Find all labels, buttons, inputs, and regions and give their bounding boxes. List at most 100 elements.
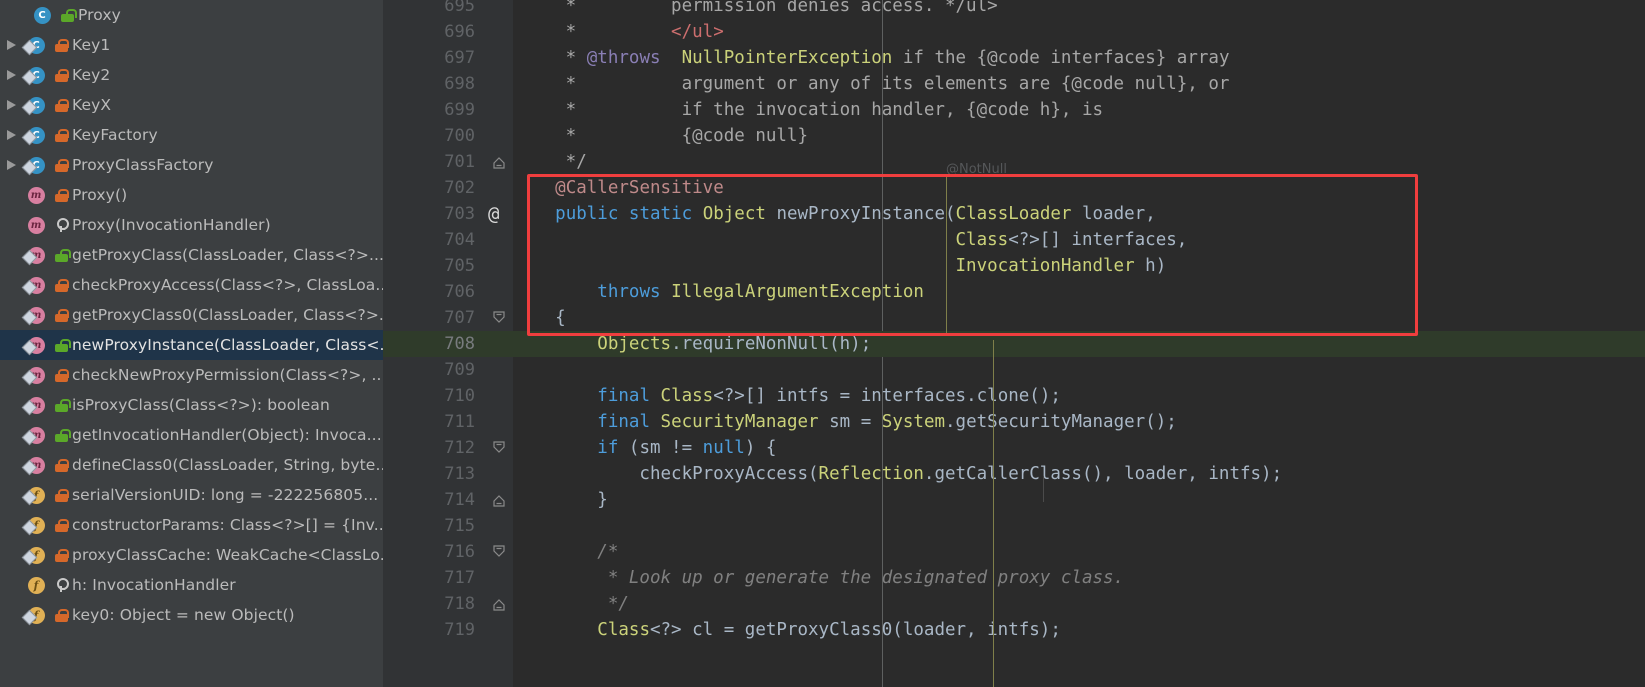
structure-item-13[interactable]: m isProxyClass(Class<?>): boolean — [0, 390, 383, 420]
structure-item-1[interactable]: C Key1 — [0, 30, 383, 60]
expand-arrow-icon[interactable] — [0, 129, 22, 141]
item-visibility-icon — [50, 98, 72, 112]
line-content[interactable]: InvocationHandler h) — [513, 253, 1167, 279]
structure-item-11[interactable]: m newProxyInstance(ClassLoader, Class<... — [0, 330, 383, 360]
code-line-695[interactable]: 695 * permission denies access. */ul> — [383, 0, 1645, 19]
expand-arrow-icon[interactable] — [0, 99, 22, 111]
ide-window: C Proxy C Key1 C Key2 C KeyX C KeyFactory C ProxyCl… — [0, 0, 1645, 687]
code-line-703[interactable]: 703 public static Object newProxyInstanc… — [383, 201, 1645, 227]
public-unlocked-icon — [60, 8, 77, 22]
code-line-711[interactable]: 711 final SecurityManager sm = System.ge… — [383, 409, 1645, 435]
line-content[interactable]: * permission denies access. */ul> — [513, 0, 998, 19]
line-content[interactable]: * {@code null} — [513, 123, 808, 149]
code-line-705[interactable]: 705 InvocationHandler h) — [383, 253, 1645, 279]
structure-item-8[interactable]: m getProxyClass(ClassLoader, Class<?>... — [0, 240, 383, 270]
structure-item-14[interactable]: m getInvocationHandler(Object): Invoca... — [0, 420, 383, 450]
line-content[interactable]: public static Object newProxyInstance(Cl… — [513, 201, 1156, 227]
line-content[interactable]: */ — [513, 149, 587, 175]
code-line-709[interactable]: 709 — [383, 357, 1645, 383]
code-line-714[interactable]: 714 } — [383, 487, 1645, 513]
structure-panel[interactable]: C Proxy C Key1 C Key2 C KeyX C KeyFactory C ProxyCl… — [0, 0, 383, 687]
line-number: 710 — [444, 386, 475, 406]
public-unlocked-icon — [54, 248, 71, 262]
public-unlocked-icon — [54, 338, 71, 352]
line-number: 696 — [444, 22, 475, 42]
line-content[interactable]: * @throws NullPointerException if the {@… — [513, 45, 1230, 71]
code-line-701[interactable]: 701 */ — [383, 149, 1645, 175]
structure-item-19[interactable]: f h: InvocationHandler — [0, 570, 383, 600]
line-content[interactable]: final SecurityManager sm = System.getSec… — [513, 409, 1177, 435]
code-fold-marker-712[interactable] — [491, 440, 507, 456]
expand-arrow-icon[interactable] — [0, 159, 22, 171]
structure-item-10[interactable]: m getProxyClass0(ClassLoader, Class<?>... — [0, 300, 383, 330]
structure-item-15[interactable]: m defineClass0(ClassLoader, String, byte.… — [0, 450, 383, 480]
code-editor[interactable]: 695 * permission denies access. */ul> 696… — [383, 0, 1645, 687]
line-content[interactable]: throws IllegalArgumentException — [513, 279, 924, 305]
expand-arrow-icon[interactable] — [0, 69, 22, 81]
code-fold-marker-701[interactable] — [491, 154, 507, 170]
code-line-715[interactable]: 715 — [383, 513, 1645, 539]
code-line-718[interactable]: 718 */ — [383, 591, 1645, 617]
line-content[interactable]: Class<?>[] interfaces, — [513, 227, 1188, 253]
code-line-699[interactable]: 699 * if the invocation handler, {@code … — [383, 97, 1645, 123]
structure-item-12[interactable]: m checkNewProxyPermission(Class<?>, ... — [0, 360, 383, 390]
gutter-annotation-marker[interactable]: @ — [488, 201, 499, 227]
code-line-717[interactable]: 717 * Look up or generate the designated… — [383, 565, 1645, 591]
structure-item-9[interactable]: m checkProxyAccess(Class<?>, ClassLoa... — [0, 270, 383, 300]
code-line-713[interactable]: 713 checkProxyAccess(Reflection.getCalle… — [383, 461, 1645, 487]
line-content[interactable]: * if the invocation handler, {@code h}, … — [513, 97, 1103, 123]
structure-item-4[interactable]: C KeyFactory — [0, 120, 383, 150]
structure-item-3[interactable]: C KeyX — [0, 90, 383, 120]
code-line-704[interactable]: 704 Class<?>[] interfaces, — [383, 227, 1645, 253]
line-number: 709 — [444, 360, 475, 380]
structure-item-5[interactable]: C ProxyClassFactory — [0, 150, 383, 180]
structure-item-2[interactable]: C Key2 — [0, 60, 383, 90]
structure-item-6[interactable]: m Proxy() — [0, 180, 383, 210]
line-number: 701 — [444, 152, 475, 172]
private-lock-icon — [54, 458, 69, 472]
code-line-707[interactable]: 707 { — [383, 305, 1645, 331]
code-line-696[interactable]: 696 * </ul> — [383, 19, 1645, 45]
indent-guide-1 — [993, 340, 994, 687]
private-lock-icon — [54, 278, 69, 292]
line-content[interactable]: * argument or any of its elements are {@… — [513, 71, 1230, 97]
structure-item-7[interactable]: m Proxy(InvocationHandler) — [0, 210, 383, 240]
structure-item-17[interactable]: f constructorParams: Class<?>[] = {Inv... — [0, 510, 383, 540]
code-line-700[interactable]: 700 * {@code null} — [383, 123, 1645, 149]
line-content[interactable]: /* — [513, 539, 618, 565]
line-number: 718 — [444, 594, 475, 614]
code-line-708[interactable]: 708 Objects.requireNonNull(h); — [383, 331, 1645, 357]
structure-item-16[interactable]: f serialVersionUID: long = -222256805... — [0, 480, 383, 510]
code-line-716[interactable]: 716 /* — [383, 539, 1645, 565]
line-content[interactable]: * </ul> — [513, 19, 724, 45]
structure-item-0[interactable]: C Proxy — [0, 0, 383, 30]
line-content[interactable]: * Look up or generate the designated pro… — [513, 565, 1124, 591]
code-fold-marker-714[interactable] — [491, 492, 507, 508]
code-fold-marker-718[interactable] — [491, 596, 507, 612]
expand-arrow-icon[interactable] — [0, 39, 22, 51]
code-line-698[interactable]: 698 * argument or any of its elements ar… — [383, 71, 1645, 97]
code-line-719[interactable]: 719 Class<?> cl = getProxyClass0(loader,… — [383, 617, 1645, 643]
line-content[interactable]: } — [513, 487, 608, 513]
structure-item-18[interactable]: f proxyClassCache: WeakCache<ClassLo... — [0, 540, 383, 570]
code-line-702[interactable]: 702 @CallerSensitive — [383, 175, 1645, 201]
code-line-712[interactable]: 712 if (sm != null) { — [383, 435, 1645, 461]
code-text-area[interactable]: 695 * permission denies access. */ul> 696… — [383, 0, 1645, 687]
code-line-697[interactable]: 697 * @throws NullPointerException if th… — [383, 45, 1645, 71]
line-content[interactable]: Objects.requireNonNull(h); — [513, 331, 871, 357]
line-content[interactable]: final Class<?>[] intfs = interfaces.clon… — [513, 383, 1061, 409]
code-fold-marker-716[interactable] — [491, 544, 507, 560]
line-content[interactable]: @CallerSensitive — [513, 175, 724, 201]
line-content[interactable]: */ — [513, 591, 629, 617]
line-content[interactable]: checkProxyAccess(Reflection.getCallerCla… — [513, 461, 1282, 487]
code-line-706[interactable]: 706 throws IllegalArgumentException — [383, 279, 1645, 305]
code-fold-marker-707[interactable] — [491, 310, 507, 326]
item-kind-icon: m — [22, 186, 50, 204]
code-line-710[interactable]: 710 final Class<?>[] intfs = interfaces.… — [383, 383, 1645, 409]
structure-item-label: KeyX — [72, 96, 112, 114]
line-content[interactable]: Class<?> cl = getProxyClass0(loader, int… — [513, 617, 1061, 643]
structure-item-20[interactable]: f key0: Object = new Object() — [0, 600, 383, 630]
item-visibility-icon — [50, 68, 72, 82]
line-content[interactable]: { — [513, 305, 566, 331]
line-content[interactable]: if (sm != null) { — [513, 435, 776, 461]
